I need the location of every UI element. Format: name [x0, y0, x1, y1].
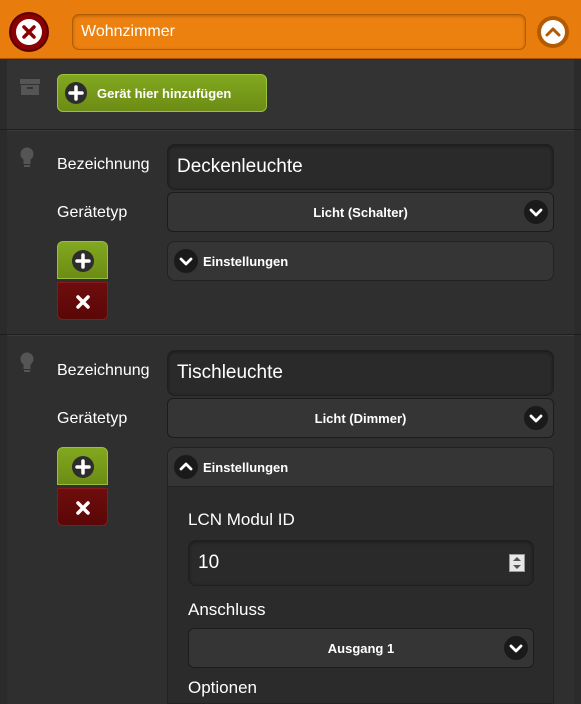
name-input[interactable]: Deckenleuchte: [167, 144, 554, 190]
plus-icon: [65, 82, 87, 104]
chevron-down-icon: [524, 406, 548, 430]
add-sub-button[interactable]: [57, 241, 108, 279]
name-input[interactable]: Tischleuchte: [167, 350, 554, 396]
number-stepper[interactable]: [509, 554, 525, 572]
settings-label: Einstellungen: [203, 460, 289, 475]
spinner-arrows-icon: [513, 557, 521, 569]
type-label: Gerätetyp: [57, 204, 128, 221]
output-select[interactable]: Ausgang 1: [188, 628, 534, 668]
name-label: Bezeichnung: [57, 362, 150, 379]
settings-collapsible[interactable]: Einstellungen: [167, 447, 554, 487]
add-device-button[interactable]: Gerät hier hinzufügen: [57, 74, 267, 112]
device-card: Bezeichnung Tischleuchte Gerätetyp Licht…: [7, 335, 574, 704]
room-name-input[interactable]: Wohnzimmer: [72, 14, 526, 50]
chevron-down-icon: [174, 249, 198, 273]
archive-icon: [20, 79, 40, 95]
module-id-label: LCN Modul ID: [188, 510, 295, 529]
close-icon: [22, 25, 36, 39]
settings-panel: LCN Modul ID 10 Anschluss Ausgang 1 Opti…: [167, 487, 554, 704]
chevron-down-icon: [524, 200, 548, 224]
module-id-input[interactable]: 10: [188, 540, 534, 586]
add-device-label: Gerät hier hinzufügen: [97, 86, 232, 101]
close-icon: [76, 501, 90, 515]
name-label: Bezeichnung: [57, 156, 150, 173]
add-sub-button[interactable]: [57, 447, 108, 485]
type-select-value: Licht (Schalter): [313, 205, 408, 220]
plus-icon: [72, 456, 94, 478]
add-device-section: Gerät hier hinzufügen: [7, 60, 574, 130]
lightbulb-icon: [20, 352, 34, 372]
close-icon: [76, 295, 90, 309]
delete-device-button[interactable]: [57, 488, 108, 526]
room-header: Wohnzimmer: [0, 0, 581, 59]
settings-collapsible[interactable]: Einstellungen: [167, 241, 554, 281]
chevron-up-icon: [545, 27, 561, 37]
output-select-value: Ausgang 1: [327, 641, 395, 656]
module-id-value: 10: [198, 552, 220, 573]
device-card: Bezeichnung Deckenleuchte Gerätetyp Lich…: [7, 130, 574, 335]
plus-icon: [72, 250, 94, 272]
delete-device-button[interactable]: [57, 282, 108, 320]
type-label: Gerätetyp: [57, 410, 128, 427]
chevron-up-icon: [174, 455, 198, 479]
collapse-room-button[interactable]: [537, 16, 569, 48]
settings-label: Einstellungen: [203, 254, 289, 269]
options-label: Optionen: [188, 678, 257, 697]
type-select[interactable]: Licht (Schalter): [167, 192, 554, 232]
type-select-value: Licht (Dimmer): [314, 411, 407, 426]
lightbulb-icon: [20, 147, 34, 167]
output-label: Anschluss: [188, 600, 266, 619]
type-select[interactable]: Licht (Dimmer): [167, 398, 554, 438]
delete-room-button[interactable]: [11, 14, 47, 50]
chevron-down-icon: [504, 636, 528, 660]
